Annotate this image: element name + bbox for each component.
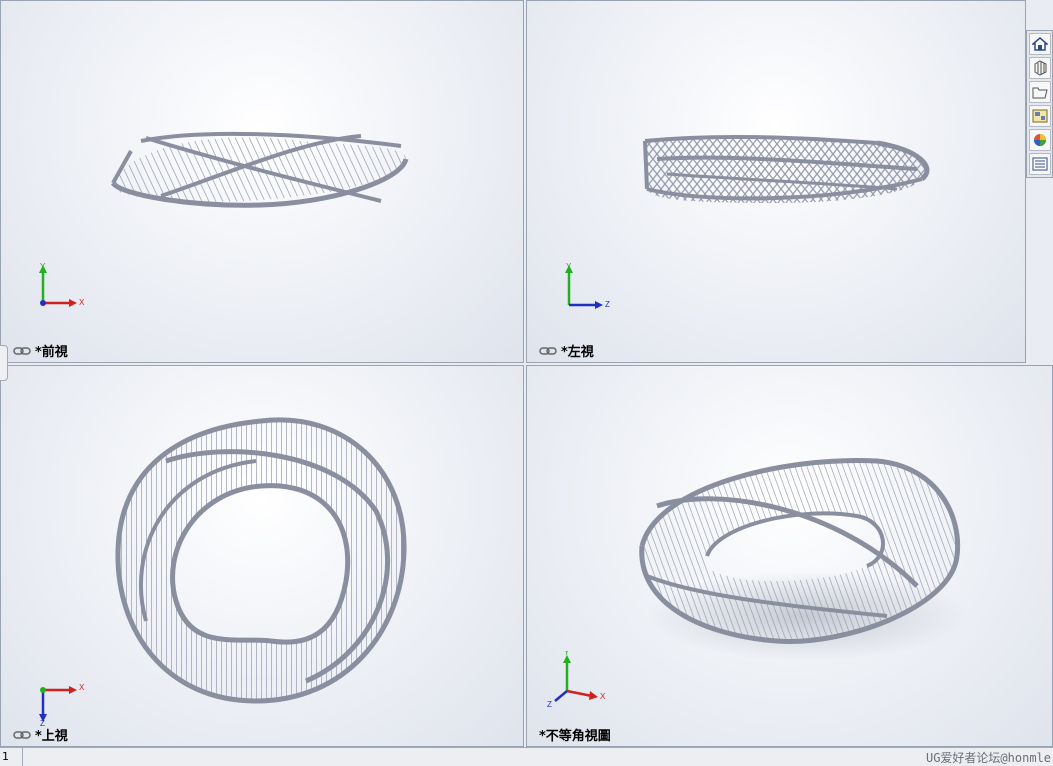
model-left-view[interactable] <box>637 129 937 214</box>
viewport-isometric[interactable]: Y X Z *不等角視圖 <box>526 365 1053 747</box>
design-library-icon[interactable] <box>1028 57 1051 79</box>
link-views-icon[interactable] <box>13 730 31 740</box>
file-explorer-icon[interactable] <box>1028 81 1051 103</box>
svg-text:X: X <box>79 683 85 692</box>
view-palette-icon[interactable] <box>1028 105 1051 127</box>
view-name: *左視 <box>561 345 594 360</box>
model-top-view[interactable] <box>106 401 416 711</box>
task-pane-tabs <box>1026 30 1053 178</box>
panel-collapse-handle[interactable] <box>0 345 8 381</box>
view-name: *前視 <box>35 345 68 360</box>
svg-text:Y: Y <box>566 263 572 271</box>
view-name: *上視 <box>35 729 68 744</box>
svg-text:X: X <box>600 692 606 701</box>
viewport-left[interactable]: Y Z *左視 <box>526 0 1026 363</box>
status-bar: 1 UG爱好者论坛@honmle <box>0 747 1053 766</box>
svg-text:Z: Z <box>547 700 552 709</box>
status-page-number: 1 <box>2 750 9 763</box>
viewport-label[interactable]: *前視 <box>13 341 68 360</box>
viewport-front[interactable]: Y X *前視 <box>0 0 524 363</box>
viewport-label[interactable]: *上視 <box>13 725 68 744</box>
model-front-view[interactable] <box>101 121 421 221</box>
svg-text:Y: Y <box>40 263 46 271</box>
axis-triad: Y X <box>39 263 85 307</box>
home-icon[interactable] <box>1028 33 1051 55</box>
axis-triad: Y X Z <box>547 651 606 709</box>
viewport-label[interactable]: *左視 <box>539 341 594 360</box>
forum-watermark: UG爱好者论坛@honmle <box>925 751 1051 765</box>
view-name: *不等角視圖 <box>539 729 611 744</box>
link-views-icon[interactable] <box>13 346 31 356</box>
svg-text:Y: Y <box>564 651 570 657</box>
svg-text:X: X <box>79 298 85 307</box>
custom-properties-icon[interactable] <box>1028 153 1051 175</box>
viewport-top[interactable]: X Z *上視 <box>0 365 524 747</box>
axis-triad: Y Z <box>565 263 610 309</box>
status-divider <box>22 748 23 766</box>
link-views-icon[interactable] <box>539 346 557 356</box>
svg-text:Z: Z <box>605 300 610 309</box>
appearances-icon[interactable] <box>1028 129 1051 151</box>
viewport-label[interactable]: *不等角視圖 <box>539 725 611 744</box>
model-isometric-view[interactable] <box>637 446 967 666</box>
